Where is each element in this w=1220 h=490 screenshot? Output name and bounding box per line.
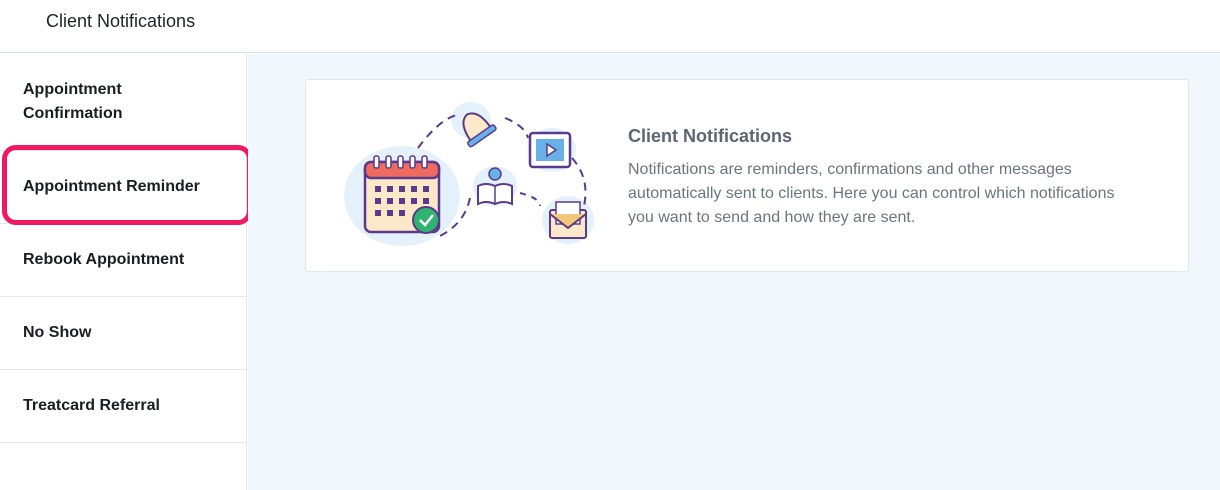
sidebar-item-label: Treatcard Referral [23,397,160,414]
sidebar-item-appointment-confirmation[interactable]: Appointment Confirmation [0,54,247,151]
sidebar: Appointment Confirmation Appointment Rem… [0,54,247,490]
sidebar-item-label: Appointment Confirmation [23,81,123,122]
sidebar-item-no-show[interactable]: No Show [0,297,247,370]
top-bar: Client Notifications [0,0,1220,53]
page-title: Client Notifications [46,11,196,31]
dashed-arc [504,117,529,139]
selection-highlight [2,145,252,225]
video-icon [528,131,572,169]
check-icon [412,206,440,234]
sidebar-item-label: No Show [23,324,92,341]
notifications-illustration [344,102,594,246]
envelope-icon [549,201,587,239]
dashed-arc [519,192,541,207]
sidebar-item-treatcard-referral[interactable]: Treatcard Referral [0,370,247,443]
card-description: Notifications are reminders, confirmatio… [628,161,1115,226]
card-title: Client Notifications [628,126,793,146]
sidebar-item-rebook-appointment[interactable]: Rebook Appointment [0,224,247,297]
sidebar-item-label: Rebook Appointment [23,251,185,268]
